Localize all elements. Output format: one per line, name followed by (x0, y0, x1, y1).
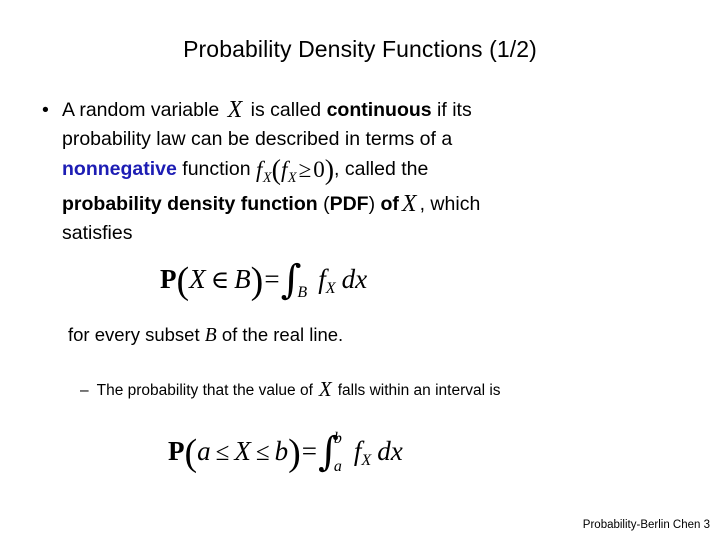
integral-limits: ba (333, 431, 342, 476)
bullet-line-4: probability density function (PDF) of X, … (62, 190, 676, 219)
caption-set-variable: B (204, 325, 217, 346)
equation-open-paren: ( (176, 260, 190, 302)
bullet-line4-bold-pdf-term: probability density function (62, 193, 318, 216)
bullet-line-5: satisfies (62, 221, 133, 244)
caption-part2: of the real line. (216, 324, 344, 345)
math-relation-geq: ≥ (298, 157, 312, 182)
equation2-close-paren: ) (288, 432, 301, 474)
bullet-line3-blue-keyword: nonnegative (62, 158, 177, 180)
sub-bullet-part1: The probability that the value of (96, 382, 313, 399)
page-title: Probability Density Functions (1/2) (183, 36, 537, 62)
equation-pdf-integral: P(X ∈ B)=∫B fX dx (160, 252, 368, 303)
bullet-line-3: nonnegative function fX(fX≥0), called th… (62, 153, 676, 190)
bullet-line4-bold-of: of (380, 193, 399, 216)
slide-canvas: Probability Density Functions (1/2) • A … (0, 0, 720, 540)
integrand-f: fX (311, 264, 336, 297)
bullet-line4-bold-abbrev: PDF (329, 193, 369, 216)
equation2-leq-symbol-1: ≤ (215, 439, 230, 466)
equation2-upper-bound-b: b (274, 436, 289, 466)
caption-part1: for every subset (68, 324, 205, 345)
sub-bullet-marker-icon: – (80, 382, 89, 399)
bullet-line4-part3: , which (419, 193, 481, 216)
bullet-line1-part2: is called (245, 99, 327, 121)
bullet-line-1: A random variable X is called continuous… (62, 96, 676, 125)
inline-math-fx-nonnegative: fX(fX≥0) (256, 156, 334, 185)
differential2-dx: dx (377, 436, 403, 466)
main-bullet-block: • A random variable X is called continuo… (36, 96, 676, 247)
bullet-line1-part3: if its (431, 99, 472, 121)
equation-variable-x: X (189, 264, 206, 294)
equation2-variable-x: X (234, 436, 251, 466)
equation-element-of-symbol: ∈ (210, 267, 230, 294)
integral-upper-limit: b (333, 430, 342, 448)
equation-probability-symbol: P (160, 264, 177, 294)
differential-dx: dx (341, 264, 368, 294)
integrand2-f: fX (347, 436, 372, 469)
integrand-f-letter: f (318, 264, 326, 294)
equation2-probability-symbol: P (168, 436, 185, 466)
sub-bullet-item: – The probability that the value of Xfalls… (80, 377, 501, 402)
bullet-line1-bold: continuous (326, 99, 432, 121)
math-f-subscript: X (262, 169, 272, 186)
equation-set-b: B (234, 264, 251, 294)
bullet-line3-part2: , called the (334, 158, 429, 180)
bullet-line4-part1: ( (317, 193, 330, 216)
equation2-equals-sign: = (301, 436, 318, 466)
math-f2-subscript: X (287, 169, 297, 186)
equation2-lower-bound-a: a (197, 436, 211, 466)
equation-caption-real-line: for every subset B of the real line. (68, 322, 343, 349)
bullet-marker-icon: • (42, 99, 49, 121)
integral-lower-limit: a (333, 458, 342, 476)
equation-close-paren: ) (250, 260, 264, 302)
bullet-line-2: probability law can be described in term… (62, 127, 453, 150)
math-open-paren: ( (271, 155, 281, 186)
integrand2-f-subscript: X (361, 450, 372, 469)
bullet-line1-part1: A random variable (62, 99, 225, 121)
math-variable-x: X (227, 97, 243, 123)
integrand-f-subscript: X (325, 278, 336, 297)
bullet-line3-part1: function (176, 158, 256, 180)
sub-bullet-part2: falls within an interval is (337, 382, 501, 399)
equation-interval-probability: P(a ≤ X ≤ b)=∫ b a fX dx (168, 424, 403, 476)
equation2-open-paren: ( (184, 432, 198, 474)
bullet-line4-part2: ) (368, 193, 381, 216)
math-variable-x-pdf: X (401, 191, 417, 218)
math-close-paren: ) (324, 155, 335, 186)
bullet-item: • A random variable X is called continuo… (36, 96, 676, 247)
math-variable-x-subbullet: X (318, 377, 332, 401)
equation-equals-sign: = (264, 264, 280, 294)
slide-footer: Probability-Berlin Chen 3 (582, 519, 710, 531)
equation2-leq-symbol-2: ≤ (255, 439, 270, 466)
bullet-text: A random variable X is called continuous… (62, 96, 676, 247)
integral-subscript-b: B (297, 284, 308, 301)
math-zero: 0 (313, 157, 325, 182)
